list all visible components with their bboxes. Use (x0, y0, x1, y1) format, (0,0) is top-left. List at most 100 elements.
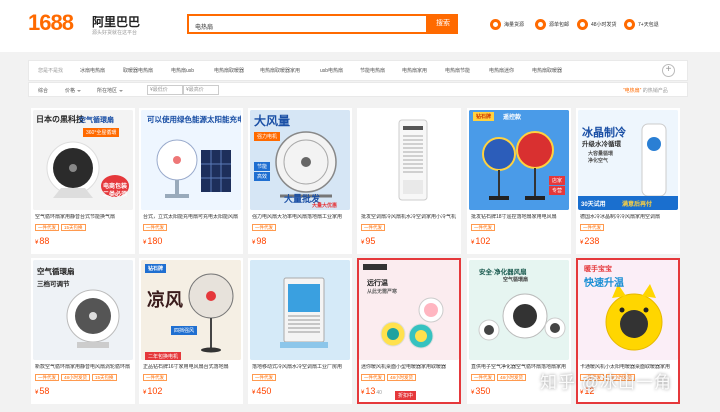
product-card[interactable]: 钻石牌 遥控款 店家 专营 批发钻石牌18寸遥控落地扇家用电风扇 一件代发 ¥1… (467, 108, 571, 254)
currency-symbol: ¥ (361, 240, 365, 246)
filter-bar: 综合 价格 所在地区 ¥最低价 - ¥最高价 “电热扇” 的热销产品 (28, 82, 688, 97)
product-image[interactable]: 远行温 从此无需严寒 (359, 260, 459, 360)
product-title[interactable]: 批发钻石牌18寸遥控落地扇家用电风扇 (471, 214, 567, 220)
related-term[interactable]: 电热扇取暖器 (532, 67, 562, 74)
sort-price[interactable]: 价格 (65, 87, 82, 94)
related-search-bar: 您是不是找 冰扇电热扇 取暖器电热扇 电热扇usb 电热扇取暖器 电热扇取暖器家… (28, 60, 688, 81)
product-title[interactable]: 强力电风扇大功率电风扇落地扇工业家用 (252, 214, 348, 220)
product-title[interactable]: 批发空调扇冷风扇机水冷空调家用小冷气机 (361, 214, 457, 220)
product-image[interactable]: 可以使用绿色能源太阳能充电 (141, 110, 241, 210)
search-input[interactable] (189, 18, 426, 35)
product-image[interactable]: 安全·净化器风扇 空气循環扇 (469, 260, 569, 360)
product-image[interactable]: 暖手宝宝 快速升温 (578, 260, 678, 360)
site-logo-name[interactable]: 阿里巴巴 (92, 13, 140, 30)
product-price: ¥58 (35, 386, 50, 396)
tag: 48小时发货 (61, 374, 91, 381)
service-48h-dispatch[interactable]: 48小时发货 (577, 18, 617, 30)
currency-symbol: ¥ (35, 240, 39, 246)
product-photo-mini-heater (359, 260, 459, 360)
product-card[interactable]: 大风量 节能 高效 强力电机 大量批发 大量大优惠 强力电风扇大功率电风扇落地扇… (248, 108, 352, 254)
product-tags: 一件代发 (471, 224, 497, 231)
search-box (187, 14, 428, 35)
product-card[interactable]: 批发空调扇冷风扇机水冷空调家用小冷气机 一件代发 ¥95 (357, 108, 461, 254)
top-header: 1688 阿里巴巴 源头好货就在这平台 搜索 海量货源 源单包邮 48小时发货 … (0, 0, 720, 52)
related-term[interactable]: 电热扇取暖器家用 (260, 67, 300, 74)
related-term[interactable]: 电热扇节能 (445, 67, 470, 74)
site-slogan: 源头好货就在这平台 (92, 30, 138, 36)
product-tags: 一件代发 (580, 224, 606, 231)
product-title[interactable]: 落地移动式冷风扇水冷空调扇工业厂房用 (252, 364, 348, 370)
hot-products-hint: “电热扇” 的热销产品 (623, 87, 668, 94)
product-title[interactable]: 新款空气循环扇家用静音电风扇涡轮循环扇 (35, 364, 131, 370)
currency-symbol: ¥ (143, 240, 147, 246)
product-card[interactable]: 空气循環扇 三档可调节 新款空气循环扇家用静音电风扇涡轮循环扇 一件代发 48小时… (31, 258, 135, 404)
related-term[interactable]: 取暖器电热扇 (123, 67, 153, 74)
related-term[interactable]: 节能电热扇 (360, 67, 385, 74)
page: 1688 阿里巴巴 源头好货就在这平台 搜索 海量货源 源单包邮 48小时发货 … (0, 0, 720, 412)
product-card[interactable]: 落地移动式冷风扇水冷空调扇工业厂房用 一件代发 ¥450 (248, 258, 352, 404)
product-price: ¥180 (143, 236, 163, 246)
related-term[interactable]: usb电热扇 (320, 67, 343, 74)
sort-default[interactable]: 综合 (38, 87, 48, 94)
product-price: ¥102 (471, 236, 491, 246)
tag: 15天包换 (61, 224, 86, 231)
tag: 48小时发货 (497, 374, 527, 381)
currency-symbol: ¥ (252, 390, 256, 396)
product-card-selected[interactable]: 远行温 从此无需严寒 迷你暖风机桌面小型电暖器家用取暖器 一件代发 48小时发货 … (357, 258, 461, 404)
product-image[interactable] (359, 110, 459, 210)
related-term[interactable]: 电热扇取暖器 (214, 67, 244, 74)
product-image[interactable]: 大风量 节能 高效 强力电机 大量批发 大量大优惠 (250, 110, 350, 210)
hint-text: 的热销产品 (642, 88, 668, 94)
product-image[interactable] (250, 260, 350, 360)
service-supply-icon (490, 18, 501, 30)
discount-badge: 折扣中 (395, 391, 417, 400)
site-logo[interactable]: 1688 (28, 10, 74, 36)
tag: 一件代发 (143, 224, 167, 231)
product-image[interactable]: 钻石牌 遥控款 店家 专营 (469, 110, 569, 210)
product-title[interactable]: 正品钻石牌16寸家用电风扇台式落地扇 (143, 364, 239, 370)
related-term[interactable]: 电热扇迷你 (489, 67, 514, 74)
product-title[interactable]: 德国水冷冰晶制冷冷风扇家用空调扇 (580, 214, 676, 220)
tag: 一件代发 (252, 224, 276, 231)
related-term[interactable]: 电热扇usb (171, 67, 194, 74)
product-tags: 一件代发 (252, 374, 278, 381)
service-shipping-icon (535, 18, 546, 30)
product-title[interactable]: 空气循环扇家用静音台式节能换气扇 (35, 214, 131, 220)
tag: 一件代发 (35, 374, 59, 381)
product-price: ¥98 (252, 236, 267, 246)
related-term[interactable]: 冰扇电热扇 (80, 67, 105, 74)
tag: 一件代发 (252, 374, 276, 381)
currency-symbol: ¥ (471, 390, 475, 396)
tag: 一件代发 (361, 224, 385, 231)
tag: 一件代发 (35, 224, 59, 231)
max-price-input[interactable]: ¥最高价 (183, 85, 219, 95)
product-photo-solar-fan (141, 110, 241, 210)
product-card[interactable]: 钻石牌 凉风 四挡强风 二年包换电机 正品钻石牌16寸家用电风扇台式落地扇 一件… (139, 258, 243, 404)
tag: 15天包换 (92, 374, 117, 381)
product-tags: 一件代发 15天包换 (35, 224, 88, 231)
product-image[interactable]: 钻石牌 凉风 四挡强风 二年包换电机 (141, 260, 241, 360)
product-tags: 一件代发 48小时发货 (471, 374, 528, 381)
currency-symbol: ¥ (143, 390, 147, 396)
min-price-input[interactable]: ¥最低价 (147, 85, 183, 95)
product-tags: 一件代发 48小时发货 15天包换 (35, 374, 119, 381)
product-card[interactable]: 日本の黒科技 空气循環扇 360°全屋循環 电商包装 二类必须 空气循环扇家用静… (31, 108, 135, 254)
product-image[interactable]: 冰晶制冷 升级水冷循環 大容量循環 净化空气 30天试用 满意后再付 (578, 110, 678, 210)
search-button[interactable]: 搜索 (428, 14, 458, 34)
product-title[interactable]: 迷你暖风机桌面小型电暖器家用取暖器 (361, 364, 457, 370)
product-image[interactable]: 日本の黒科技 空气循環扇 360°全屋循環 电商包装 二类必须 (33, 110, 133, 210)
chevron-down-icon (119, 89, 124, 92)
chevron-down-icon (77, 89, 82, 92)
product-title[interactable]: 台式，立式太阳能充电扇可充电太阳能风扇 (143, 214, 239, 220)
product-card[interactable]: 冰晶制冷 升级水冷循環 大容量循環 净化空气 30天试用 满意后再付 德国水冷冰… (576, 108, 680, 254)
location-select[interactable]: 所在地区 (97, 87, 124, 94)
product-photo-industrial-cooler (250, 260, 350, 360)
product-image[interactable]: 空气循環扇 三档可调节 (33, 260, 133, 360)
related-term[interactable]: 电热扇家用 (402, 67, 427, 74)
product-tags: 一件代发 (361, 224, 387, 231)
expand-plus-icon[interactable]: + (662, 64, 675, 77)
product-card[interactable]: 可以使用绿色能源太阳能充电 台式，立式太阳能充电扇可充电太阳能风扇 一件代发 ¥… (139, 108, 243, 254)
service-return[interactable]: 7+天包退 (624, 18, 659, 30)
service-massive-supply[interactable]: 海量货源 (490, 18, 524, 30)
service-free-shipping[interactable]: 源单包邮 (535, 18, 569, 30)
